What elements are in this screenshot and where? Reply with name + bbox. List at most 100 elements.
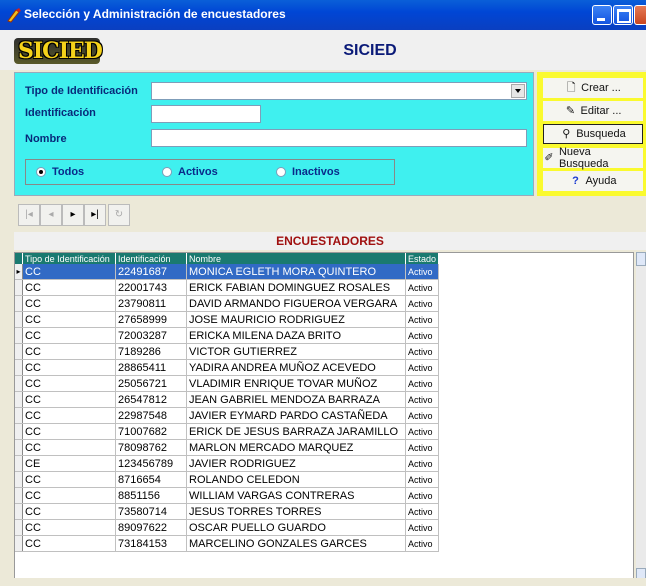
radio-inactivos[interactable]: Inactivos xyxy=(276,166,340,178)
column-header[interactable]: Tipo de Identificación xyxy=(22,253,116,264)
table-cell: CC xyxy=(22,503,116,520)
nombre-input[interactable] xyxy=(151,129,527,147)
close-button[interactable] xyxy=(634,5,646,25)
table-row[interactable]: ▸ CC 22491687 MONICA EGLETH MORA QUINTERO Ac… xyxy=(15,264,440,280)
table-row[interactable]: CE 123456789 JAVIER RODRIGUEZ Activo xyxy=(15,455,440,472)
tipo-identificacion-select[interactable] xyxy=(151,82,527,100)
table-cell: 73184153 xyxy=(115,535,187,552)
column-header[interactable]: Identificación xyxy=(115,253,187,264)
table-row[interactable]: CC 73184153 MARCELINO GONZALES GARCES Activ… xyxy=(15,535,440,552)
table-cell: JOSE MAURICIO RODRIGUEZ xyxy=(186,311,406,328)
busqueda-button[interactable]: ⚲ Busqueda xyxy=(543,124,643,144)
last-record-icon[interactable]: ▸| xyxy=(84,204,106,226)
editar-button[interactable]: ✎ Editar ... xyxy=(543,101,643,121)
table-cell: Activo xyxy=(405,455,440,472)
column-header[interactable]: Nombre xyxy=(186,253,406,264)
row-indicator: ▸ xyxy=(15,264,23,280)
table-cell: Activo xyxy=(405,439,440,456)
identificacion-input[interactable] xyxy=(151,105,261,123)
ayuda-label: Ayuda xyxy=(585,175,617,187)
table-cell: OSCAR PUELLO GUARDO xyxy=(186,519,406,536)
identificacion-label: Identificación xyxy=(25,107,96,119)
row-indicator xyxy=(15,391,23,408)
table-row[interactable]: CC 23790811 DAVID ARMANDO FIGUEROA VERGARA… xyxy=(15,295,440,312)
table-row[interactable]: CC 22001743 ERICK FABIAN DOMINGUEZ ROSALES… xyxy=(15,279,440,296)
table-cell: CC xyxy=(22,439,116,456)
table-cell: MARLON MERCADO MARQUEZ xyxy=(186,439,406,456)
row-indicator xyxy=(15,279,23,296)
table-cell: CC xyxy=(22,311,116,328)
table-cell: ERICK FABIAN DOMINGUEZ ROSALES xyxy=(186,279,406,296)
busqueda-label: Busqueda xyxy=(576,128,626,140)
row-indicator xyxy=(15,311,23,328)
minimize-button[interactable] xyxy=(592,5,612,25)
radio-activos-label: Activos xyxy=(178,166,218,178)
table-cell: Activo xyxy=(405,279,440,296)
nombre-label: Nombre xyxy=(25,133,67,145)
table-cell: 26547812 xyxy=(115,391,187,408)
next-record-icon[interactable]: ▸ xyxy=(62,204,84,226)
edit-icon: ✎ xyxy=(565,105,576,117)
table-cell: 23790811 xyxy=(115,295,187,312)
table-row[interactable]: CC 25056721 VLADIMIR ENRIQUE TOVAR MUÑOZ Ac… xyxy=(15,375,440,392)
row-indicator xyxy=(15,455,23,472)
table-cell: CC xyxy=(22,535,116,552)
radio-todos[interactable]: Todos xyxy=(36,166,84,178)
table-cell: CC xyxy=(22,279,116,296)
table-cell: JAVIER EYMARD PARDO CASTAÑEDA xyxy=(186,407,406,424)
table-row[interactable]: CC 71007682 ERICK DE JESUS BARRAZA JARAMIL… xyxy=(15,423,440,440)
row-indicator xyxy=(15,407,23,424)
table-row[interactable]: CC 8716654 ROLANDO CELEDON Activo xyxy=(15,471,440,488)
row-indicator xyxy=(15,487,23,504)
table-row[interactable]: CC 73580714 JESUS TORRES TORRES Activo xyxy=(15,503,440,520)
table-cell: DAVID ARMANDO FIGUEROA VERGARA xyxy=(186,295,406,312)
table-row[interactable]: CC 72003287 ERICKA MILENA DAZA BRITO Activo xyxy=(15,327,440,344)
table-cell: 123456789 xyxy=(115,455,187,472)
table-cell: Activo xyxy=(405,519,440,536)
record-navigator: |◂ ◂ ▸ ▸| ↻ xyxy=(14,204,646,228)
table-row[interactable]: CC 78098762 MARLON MERCADO MARQUEZ Activo xyxy=(15,439,440,456)
table-cell: 72003287 xyxy=(115,327,187,344)
table-cell: 25056721 xyxy=(115,375,187,392)
table-cell: CE xyxy=(22,455,116,472)
maximize-button[interactable] xyxy=(613,5,633,25)
prev-record-icon[interactable]: ◂ xyxy=(40,204,62,226)
table-cell: MARCELINO GONZALES GARCES xyxy=(186,535,406,552)
table-row[interactable]: CC 27658999 JOSE MAURICIO RODRIGUEZ Activo xyxy=(15,311,440,328)
table-cell: 89097622 xyxy=(115,519,187,536)
crear-button[interactable]: 🗋 Crear ... xyxy=(543,78,643,98)
first-record-icon[interactable]: |◂ xyxy=(18,204,40,226)
table-cell: 8716654 xyxy=(115,471,187,488)
table-cell: CC xyxy=(22,391,116,408)
row-indicator xyxy=(15,439,23,456)
table-cell: CC xyxy=(22,471,116,488)
table-cell: CC xyxy=(22,423,116,440)
chevron-down-icon[interactable] xyxy=(511,84,525,98)
table-row[interactable]: CC 28865411 YADIRA ANDREA MUÑOZ ACEVEDO Act… xyxy=(15,359,440,376)
ayuda-button[interactable]: ? Ayuda xyxy=(543,171,643,191)
table-header-row: Tipo de Identificación Identificación No… xyxy=(15,253,440,264)
table-row[interactable]: CC 26547812 JEAN GABRIEL MENDOZA BARRAZA Ac… xyxy=(15,391,440,408)
title-bar: Selección y Administración de encuestado… xyxy=(0,0,646,30)
table-row[interactable]: CC 89097622 OSCAR PUELLO GUARDO Activo xyxy=(15,519,440,536)
row-indicator xyxy=(15,519,23,536)
window-title: Selección y Administración de encuestado… xyxy=(24,7,286,21)
banner-title: SICIED xyxy=(343,42,397,59)
grid-title: ENCUESTADORES xyxy=(14,232,646,250)
table-cell: 8851156 xyxy=(115,487,187,504)
nueva-busqueda-button[interactable]: ✐ Nueva Busqueda xyxy=(543,146,643,170)
table-cell: Activo xyxy=(405,391,440,408)
table-row[interactable]: CC 8851156 WILLIAM VARGAS CONTRERAS Activo xyxy=(15,487,440,504)
table-cell: 27658999 xyxy=(115,311,187,328)
vertical-scrollbar[interactable] xyxy=(636,252,646,582)
column-header[interactable]: Estado xyxy=(405,253,440,264)
encuestadores-grid[interactable]: Tipo de Identificación Identificación No… xyxy=(14,252,634,582)
table-row[interactable]: CC 7189286 VICTOR GUTIERREZ Activo xyxy=(15,343,440,360)
refresh-icon[interactable]: ↻ xyxy=(108,204,130,226)
scroll-up-icon[interactable] xyxy=(636,252,646,266)
table-cell: ERICKA MILENA DAZA BRITO xyxy=(186,327,406,344)
row-indicator xyxy=(15,423,23,440)
table-body: ▸ CC 22491687 MONICA EGLETH MORA QUINTERO Ac… xyxy=(15,264,440,552)
radio-activos[interactable]: Activos xyxy=(162,166,218,178)
table-row[interactable]: CC 22987548 JAVIER EYMARD PARDO CASTAÑEDA A… xyxy=(15,407,440,424)
